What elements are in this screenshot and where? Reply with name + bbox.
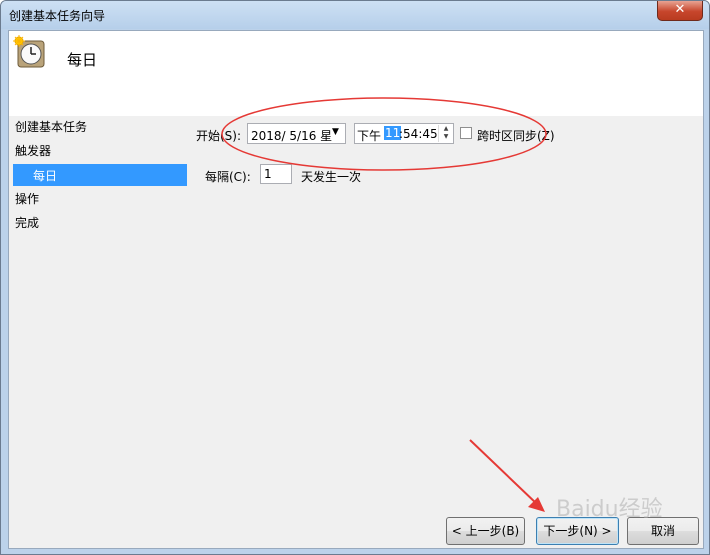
start-date-picker[interactable]: 2018/ 5/16 星 ▼ bbox=[247, 123, 346, 144]
title-bar[interactable]: 创建基本任务向导 ✕ bbox=[1, 1, 709, 29]
sync-timezone-label: 跨时区同步(Z) bbox=[477, 129, 555, 143]
time-spinner[interactable]: ▲ ▼ bbox=[438, 125, 453, 142]
recur-days-value: 1 bbox=[264, 167, 272, 181]
clock-icon bbox=[13, 35, 45, 68]
start-label: 开始(S): bbox=[196, 129, 242, 143]
page-title: 每日 bbox=[67, 51, 98, 69]
back-button[interactable]: < 上一步(B) bbox=[446, 517, 525, 545]
time-minutes-seconds: :54:45 bbox=[399, 127, 438, 141]
nav-step-finish[interactable]: 完成 bbox=[15, 214, 39, 231]
recur-days-input[interactable]: 1 bbox=[260, 164, 292, 184]
wizard-steps-nav: 创建基本任务 触发器 每日 操作 完成 bbox=[9, 116, 189, 548]
wizard-header: 每日 bbox=[9, 31, 703, 116]
close-button[interactable]: ✕ bbox=[657, 1, 703, 21]
chevron-down-icon[interactable]: ▼ bbox=[332, 127, 339, 137]
spin-down-icon[interactable]: ▼ bbox=[439, 133, 453, 141]
recur-suffix-label: 天发生一次 bbox=[301, 170, 362, 184]
sync-timezone-checkbox[interactable] bbox=[460, 127, 472, 139]
nav-step-action[interactable]: 操作 bbox=[15, 190, 39, 207]
wizard-window: 创建基本任务向导 ✕ 每日 创建基本任务 触发器 每日 操作 完成 开始(S):… bbox=[0, 0, 710, 555]
baidu-watermark: Baidu经验 bbox=[556, 497, 663, 522]
recur-every-label: 每隔(C): bbox=[205, 170, 251, 184]
nav-step-create-task[interactable]: 创建基本任务 bbox=[15, 118, 87, 135]
window-title: 创建基本任务向导 bbox=[9, 9, 106, 23]
start-time-input[interactable]: 下午 11 :54:45 ▲ ▼ bbox=[354, 123, 454, 144]
close-icon: ✕ bbox=[674, 2, 686, 17]
nav-step-trigger[interactable]: 触发器 bbox=[15, 142, 51, 159]
nav-step-daily[interactable]: 每日 bbox=[13, 164, 187, 186]
wizard-client-area: 每日 创建基本任务 触发器 每日 操作 完成 开始(S): 2018/ 5/16… bbox=[8, 30, 704, 549]
nav-step-daily-label: 每日 bbox=[33, 169, 58, 183]
time-ampm: 下午 bbox=[357, 129, 382, 143]
date-value: 2018/ 5/16 星 bbox=[251, 129, 333, 143]
spin-up-icon[interactable]: ▲ bbox=[439, 125, 453, 133]
